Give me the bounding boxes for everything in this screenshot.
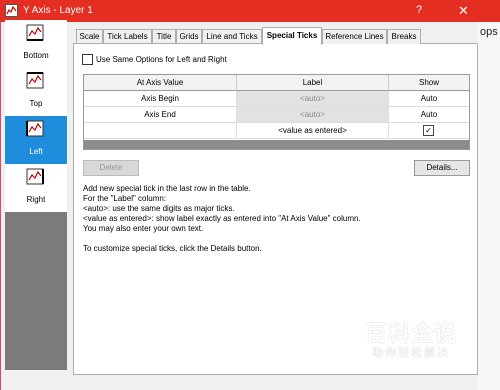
details-button[interactable]: Details... — [414, 160, 470, 176]
background-window — [476, 22, 500, 390]
same-options-checkbox[interactable] — [82, 54, 93, 65]
app-icon — [5, 4, 18, 17]
sidebar-item-bottom[interactable]: Bottom — [5, 20, 67, 68]
table-cell[interactable]: Auto — [389, 107, 469, 123]
delete-button[interactable]: Delete — [83, 160, 139, 176]
right-axis-icon — [26, 168, 44, 185]
background-text: ops — [480, 26, 498, 38]
table-cell[interactable]: Axis End — [84, 107, 237, 123]
table-scroll-area — [84, 140, 469, 149]
title-bar: Y Axis - Layer 1 ? ✕ — [0, 0, 500, 22]
help-button[interactable]: ? — [416, 4, 422, 16]
same-options-label: Use Same Options for Left and Right — [96, 55, 227, 64]
axis-sidebar: Bottom Top Left Right — [5, 20, 67, 370]
description-line: You may also enter your own text. — [83, 224, 204, 233]
sidebar-item-right[interactable]: Right — [5, 164, 67, 212]
top-axis-icon — [26, 72, 44, 89]
sidebar-item-top[interactable]: Top — [5, 68, 67, 116]
sidebar-item-label: Right — [26, 195, 46, 204]
tab-title[interactable]: Title — [152, 29, 176, 44]
table-cell[interactable]: <value as entered> — [237, 123, 389, 139]
description-line: To customize special ticks, click the De… — [83, 244, 262, 253]
column-header-label[interactable]: Label — [237, 75, 389, 91]
description-line: For the "Label" column: — [83, 194, 167, 203]
sidebar-item-label: Left — [29, 147, 43, 156]
tab-scale[interactable]: Scale — [76, 29, 103, 44]
window-title: Y Axis - Layer 1 — [23, 5, 93, 16]
sidebar-item-label: Bottom — [23, 51, 49, 60]
tab-reference-lines[interactable]: Reference Lines — [322, 29, 387, 44]
table-cell[interactable]: <auto> — [237, 107, 389, 123]
tab-grids[interactable]: Grids — [176, 29, 202, 44]
tab-line-and-ticks[interactable]: Line and Ticks — [202, 29, 262, 44]
sidebar-item-left[interactable]: Left — [5, 116, 67, 164]
tab-breaks[interactable]: Breaks — [387, 29, 421, 44]
description-line: Add new special tick in the last row in … — [83, 184, 251, 193]
special-ticks-table: At Axis Value Label Show Axis Begin <aut… — [83, 74, 470, 150]
table-cell[interactable]: <auto> — [237, 91, 389, 107]
table-cell[interactable]: Axis Begin — [84, 91, 237, 107]
tab-special-ticks[interactable]: Special Ticks — [262, 27, 322, 45]
close-button[interactable]: ✕ — [458, 3, 469, 19]
table-cell[interactable] — [84, 123, 237, 139]
column-header-show[interactable]: Show — [389, 75, 469, 91]
show-checkbox[interactable]: ✓ — [423, 125, 434, 136]
bottom-axis-icon — [26, 24, 44, 41]
description-line: <auto>: use the same digits as major tic… — [83, 204, 235, 213]
sidebar-item-label: Top — [29, 99, 43, 108]
tab-tick-labels[interactable]: Tick Labels — [103, 29, 152, 44]
table-cell[interactable]: Auto — [389, 91, 469, 107]
watermark-tagline: 助你轻松解决 — [372, 347, 450, 359]
description-line: <value as entered>: show label exactly a… — [83, 214, 361, 223]
left-axis-icon — [26, 120, 44, 137]
column-header-axis-value[interactable]: At Axis Value — [84, 75, 237, 91]
